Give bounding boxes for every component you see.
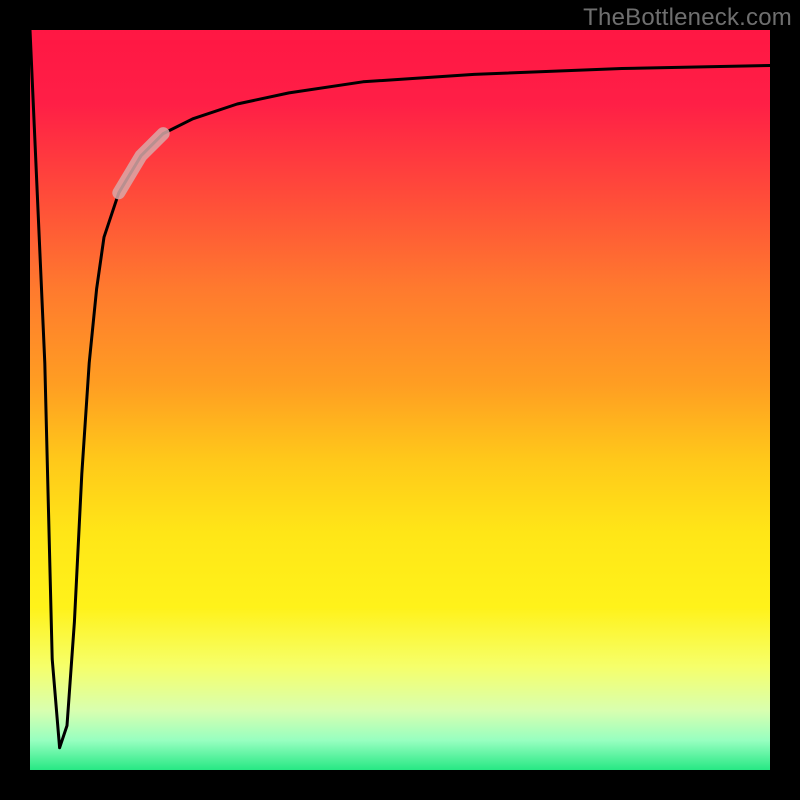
curve-layer: [30, 30, 770, 770]
chart-frame: TheBottleneck.com: [0, 0, 800, 800]
highlight-segment: [119, 134, 163, 193]
watermark-text: TheBottleneck.com: [583, 4, 792, 32]
series-bottleneck-curve: [30, 30, 770, 748]
